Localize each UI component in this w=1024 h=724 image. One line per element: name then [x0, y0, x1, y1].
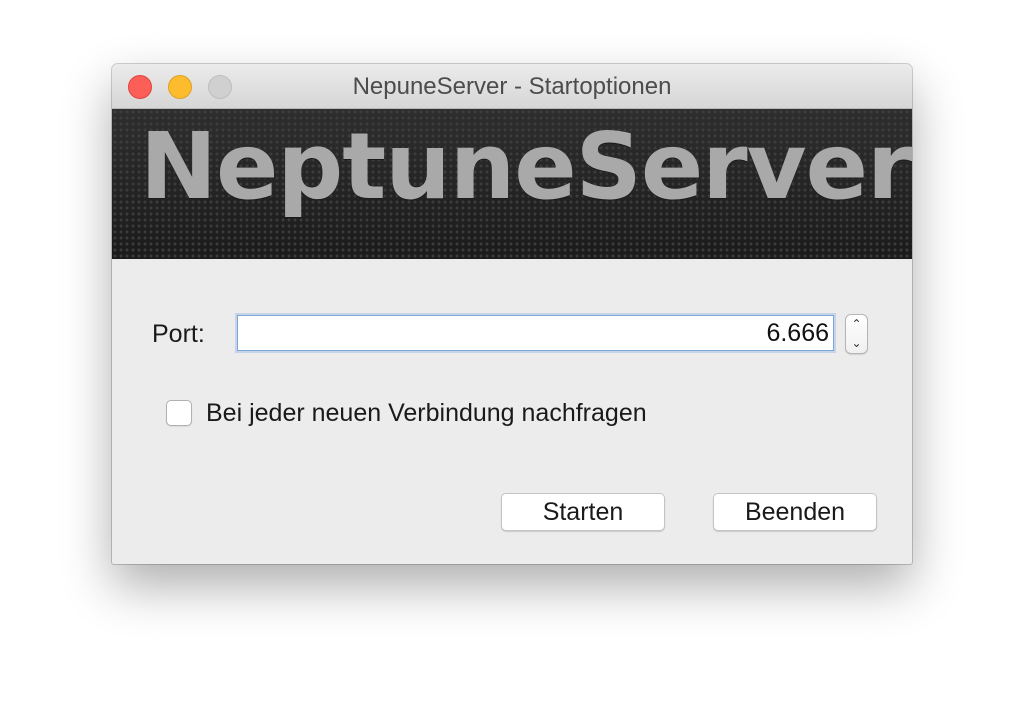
chevron-up-icon[interactable]: ⌃	[846, 315, 867, 334]
port-label: Port:	[152, 320, 205, 348]
app-logo: NeptuneServer	[140, 113, 912, 220]
ask-on-connection-checkbox[interactable]	[166, 400, 192, 426]
port-input[interactable]	[237, 315, 834, 351]
header-banner: NeptuneServer	[112, 109, 912, 259]
startoptions-window: NepuneServer - Startoptionen NeptuneServ…	[112, 64, 912, 564]
title-bar[interactable]: NepuneServer - Startoptionen	[112, 64, 912, 109]
quit-button[interactable]: Beenden	[713, 493, 877, 531]
port-stepper[interactable]: ⌃ ⌄	[845, 314, 868, 354]
window-title: NepuneServer - Startoptionen	[352, 73, 672, 100]
chevron-down-icon[interactable]: ⌄	[846, 334, 867, 353]
ask-on-connection-label[interactable]: Bei jeder neuen Verbindung nachfragen	[206, 399, 647, 428]
start-button[interactable]: Starten	[501, 493, 665, 531]
